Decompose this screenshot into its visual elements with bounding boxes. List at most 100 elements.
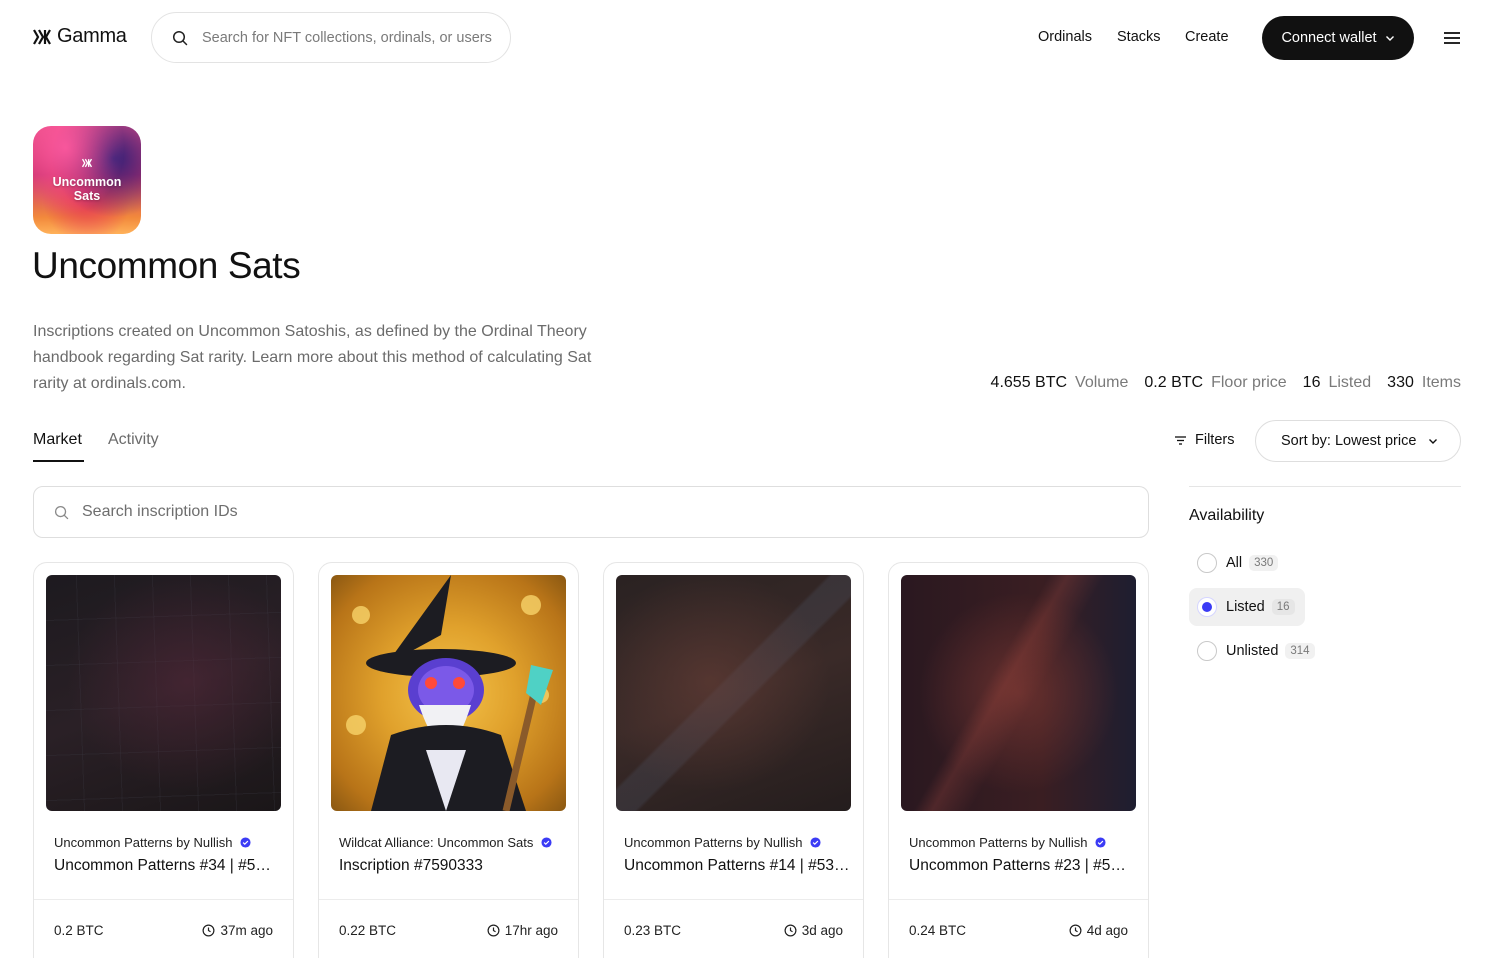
global-search[interactable] (151, 12, 511, 63)
nft-card[interactable]: Uncommon Patterns by Nullish Uncommon Pa… (603, 562, 864, 958)
collection-avatar-line1: Uncommon (52, 174, 122, 189)
radio-button[interactable] (1197, 641, 1217, 661)
card-title: Uncommon Patterns #14 | #53… (624, 857, 849, 874)
card-collection-name: Wildcat Alliance: Uncommon Sats (339, 835, 534, 850)
card-price: 0.2 BTC (54, 923, 104, 938)
collection-stats: 4.655 BTC Volume 0.2 BTC Floor price 16 … (991, 374, 1461, 392)
card-price: 0.24 BTC (909, 923, 967, 938)
stat-value: 16 (1302, 374, 1321, 391)
nav-create[interactable]: Create (1185, 29, 1229, 45)
card-price: 0.22 BTC (339, 923, 397, 938)
connect-wallet-button[interactable]: Connect wallet (1262, 16, 1414, 60)
search-icon (172, 30, 188, 45)
card-collection[interactable]: Wildcat Alliance: Uncommon Sats (339, 835, 552, 850)
nft-image[interactable] (901, 575, 1136, 811)
filters-label: Filters (1195, 432, 1235, 448)
filters-button[interactable]: Filters (1174, 432, 1234, 448)
nav-ordinals[interactable]: Ordinals (1038, 29, 1092, 45)
stat-label: Floor price (1211, 374, 1287, 391)
radio-button[interactable] (1197, 553, 1217, 573)
active-tab-indicator (33, 460, 84, 462)
filter-icon (1175, 435, 1186, 445)
card-divider (319, 899, 578, 900)
availability-count: 330 (1249, 555, 1279, 571)
card-price: 0.23 BTC (624, 923, 682, 938)
collection-title: Uncommon Sats (32, 245, 301, 286)
sort-label: Sort by: Lowest price (1281, 433, 1417, 449)
stat-label: Items (1421, 374, 1461, 391)
gamma-logo-icon (33, 28, 51, 45)
card-collection[interactable]: Uncommon Patterns by Nullish (909, 835, 1107, 850)
collection-avatar-line2: Sats (73, 188, 101, 203)
card-listed-time: 3d ago (784, 923, 843, 938)
card-collection[interactable]: Uncommon Patterns by Nullish (624, 835, 822, 850)
connect-wallet-label: Connect wallet (1281, 30, 1377, 46)
global-search-input[interactable] (202, 29, 502, 46)
card-collection-name: Uncommon Patterns by Nullish (54, 835, 233, 850)
availability-option-unlisted[interactable]: Unlisted 314 (1189, 632, 1325, 670)
collection-avatar: Uncommon Sats (33, 126, 141, 234)
card-collection-name: Uncommon Patterns by Nullish (909, 835, 1088, 850)
availability-option-listed[interactable]: Listed 16 (1189, 588, 1305, 626)
availability-count: 314 (1285, 643, 1315, 659)
card-title: Uncommon Patterns #23 | #5… (909, 857, 1126, 874)
chevron-down-icon (1429, 439, 1438, 444)
card-divider (34, 899, 293, 900)
gamma-logo[interactable]: Gamma (33, 25, 127, 48)
top-header: Gamma Ordinals Stacks Create Connect wal… (0, 0, 1505, 76)
nav-stacks[interactable]: Stacks (1117, 29, 1161, 45)
availability-option-all[interactable]: All 330 (1189, 544, 1288, 582)
stat-value: 4.655 BTC (990, 374, 1068, 391)
search-icon (54, 505, 69, 519)
verified-badge-icon (240, 837, 252, 848)
gamma-logo-icon (81, 158, 93, 171)
verified-badge-icon (541, 837, 552, 848)
radio-selected-dot (1202, 602, 1212, 612)
chevron-down-icon (1385, 36, 1394, 41)
stat-value: 330 (1387, 374, 1414, 391)
tab-market[interactable]: Market (33, 431, 82, 449)
collection-description: Inscriptions created on Uncommon Satoshi… (33, 323, 592, 392)
inscription-search-input[interactable] (82, 503, 1082, 521)
nft-card[interactable]: Uncommon Patterns by Nullish Uncommon Pa… (33, 562, 294, 958)
card-time-text: 37m ago (220, 923, 273, 938)
card-time-text: 3d ago (801, 923, 843, 938)
card-listed-time: 4d ago (1069, 923, 1128, 938)
stat-label: Listed (1328, 374, 1372, 391)
stat-value: 0.2 BTC (1144, 374, 1204, 391)
card-collection[interactable]: Uncommon Patterns by Nullish (54, 835, 252, 850)
wizard-illustration (346, 575, 553, 811)
clock-icon (202, 924, 215, 937)
inscription-search[interactable] (33, 486, 1149, 538)
availability-label: All (1226, 555, 1243, 571)
nft-image[interactable] (46, 575, 281, 811)
availability-label: Unlisted (1226, 643, 1279, 659)
availability-count: 16 (1271, 599, 1295, 615)
card-time-text: 17hr ago (504, 923, 558, 938)
stat-floor-price: 0.2 BTC Floor price (1144, 374, 1286, 392)
radio-button[interactable] (1197, 597, 1217, 617)
nft-card[interactable]: Uncommon Patterns by Nullish Uncommon Pa… (888, 562, 1149, 958)
nft-image[interactable] (331, 575, 566, 811)
stat-listed: 16 Listed (1303, 374, 1372, 392)
tab-activity[interactable]: Activity (108, 431, 159, 449)
verified-badge-icon (810, 837, 822, 848)
card-title: Inscription #7590333 (339, 857, 483, 874)
sort-dropdown[interactable]: Sort by: Lowest price (1255, 420, 1461, 462)
nft-card[interactable]: Wildcat Alliance: Uncommon Sats Inscript… (318, 562, 579, 958)
stat-volume: 4.655 BTC Volume (991, 374, 1129, 392)
stat-items: 330 Items (1387, 374, 1461, 392)
availability-label: Listed (1226, 599, 1265, 615)
logo-text: Gamma (57, 25, 127, 47)
hamburger-menu-icon[interactable] (1442, 30, 1462, 46)
card-time-text: 4d ago (1086, 923, 1128, 938)
clock-icon (784, 924, 797, 937)
card-title: Uncommon Patterns #34 | #5… (54, 857, 271, 874)
card-divider (604, 899, 863, 900)
card-listed-time: 37m ago (202, 923, 273, 938)
availability-title: Availability (1189, 507, 1265, 524)
nft-image[interactable] (616, 575, 851, 811)
verified-badge-icon (1095, 837, 1107, 848)
stat-label: Volume (1075, 374, 1129, 391)
card-listed-time: 17hr ago (487, 923, 558, 938)
